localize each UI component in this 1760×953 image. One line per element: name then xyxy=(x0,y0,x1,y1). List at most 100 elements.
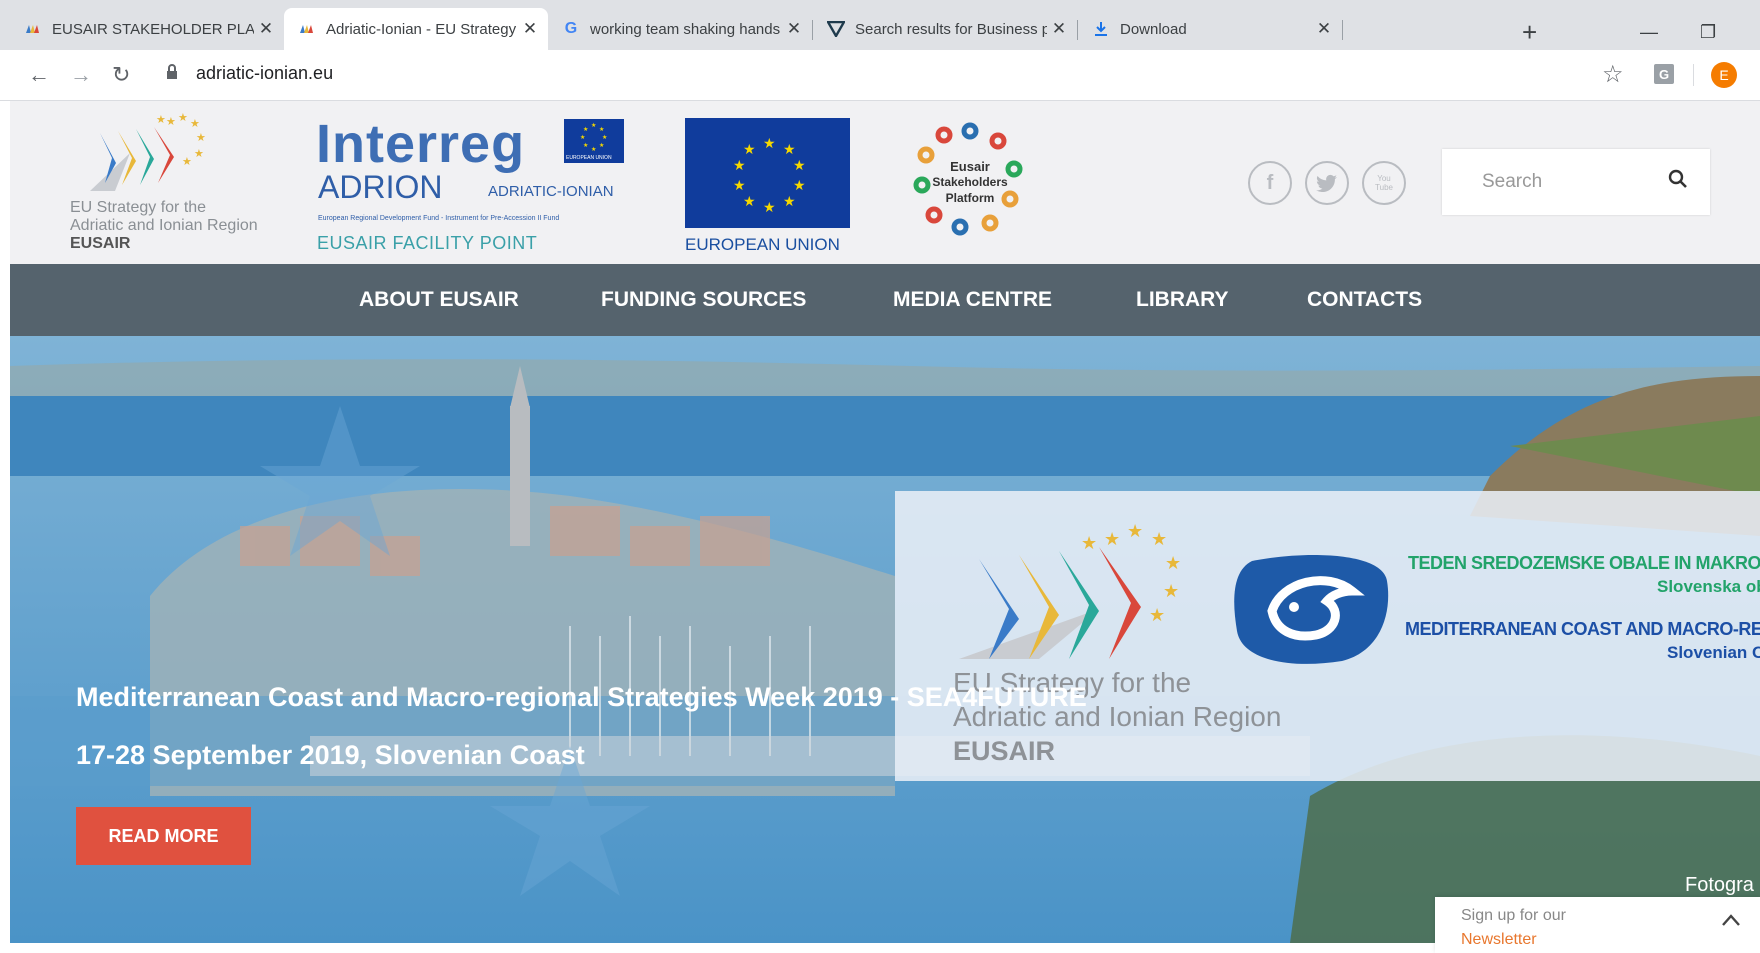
svg-text:★: ★ xyxy=(1165,553,1181,573)
svg-text:★: ★ xyxy=(583,142,588,149)
svg-text:★: ★ xyxy=(1104,529,1120,549)
close-tab-icon[interactable]: ✕ xyxy=(1047,19,1071,39)
svg-text:★: ★ xyxy=(583,126,588,133)
tab-google-search[interactable]: G working team shaking hands - ✕ xyxy=(548,8,812,50)
address-bar: ← → ↻ adriatic-ionian.eu ☆ G E xyxy=(0,50,1760,101)
svg-text:★: ★ xyxy=(733,177,746,193)
restore-icon[interactable]: ❐ xyxy=(1700,22,1716,43)
tab-label: EUSAIR STAKEHOLDER PLATFO xyxy=(52,20,254,38)
banner-english-title: MEDITERRANEAN COAST AND MACRO-REGIO xyxy=(1405,619,1760,639)
hero-slider: ★ ★ ★ ★ ★ ★ ★ EU Strategy for the Adriatic and… xyxy=(10,336,1760,943)
newsletter-line: Sign up for our xyxy=(1461,907,1566,924)
close-tab-icon[interactable]: ✕ xyxy=(254,19,278,39)
extension-icon[interactable]: G xyxy=(1654,64,1674,84)
tab-search-results[interactable]: Search results for Business peo ✕ xyxy=(813,8,1077,50)
nav-item-funding-sources[interactable]: FUNDING SOURCES xyxy=(601,288,806,312)
bookmark-star-icon[interactable]: ☆ xyxy=(1602,60,1624,89)
separator xyxy=(1693,64,1694,86)
minimize-icon[interactable]: — xyxy=(1640,22,1658,43)
banner-english-subtitle: Slovenian Co xyxy=(1667,643,1760,662)
fund-line: European Regional Development Fund - Ins… xyxy=(318,215,560,222)
svg-text:★: ★ xyxy=(602,134,607,141)
twitter-icon[interactable] xyxy=(1305,161,1349,205)
tab-strip: EUSAIR STAKEHOLDER PLATFO ✕ Adriatic-Ion… xyxy=(10,8,1760,50)
svg-text:★: ★ xyxy=(591,122,596,129)
nav-item-media-centre[interactable]: MEDIA CENTRE xyxy=(893,288,1052,312)
svg-text:★: ★ xyxy=(190,118,200,130)
nav-item-about-eusair[interactable]: ABOUT EUSAIR xyxy=(359,288,519,312)
eusair-logo[interactable]: ★ ★ ★ ★ ★ ★ ★ EU Strategy for the Adriatic and… xyxy=(70,112,270,252)
svg-text:★: ★ xyxy=(166,116,176,128)
svg-text:★: ★ xyxy=(580,134,585,141)
interreg-title: Interreg xyxy=(316,114,526,174)
svg-text:★: ★ xyxy=(1151,529,1167,549)
reload-icon[interactable]: ↻ xyxy=(112,62,130,88)
stakeholders-platform-logo[interactable]: Eusair Stakeholders Platform xyxy=(910,119,1030,239)
european-union-label: EUROPEAN UNION xyxy=(685,235,840,254)
tab-eusair-stakeholder[interactable]: EUSAIR STAKEHOLDER PLATFO ✕ xyxy=(10,8,284,50)
svg-text:★: ★ xyxy=(783,141,796,157)
eusair-favicon-icon xyxy=(298,20,316,38)
site-header: ★ ★ ★ ★ ★ ★ ★ EU Strategy for the Adriatic and… xyxy=(10,101,1760,264)
svg-text:★: ★ xyxy=(743,193,756,209)
svg-text:★: ★ xyxy=(793,157,806,173)
youtube-glyph: You Tube xyxy=(1375,174,1393,192)
svg-text:★: ★ xyxy=(1149,605,1165,625)
google-icon: G xyxy=(564,20,578,37)
svg-text:★: ★ xyxy=(1081,533,1097,553)
back-arrow-icon[interactable]: ← xyxy=(28,62,50,88)
stakeholders-label: Platform xyxy=(945,191,995,205)
svg-text:★: ★ xyxy=(599,142,604,149)
close-tab-icon[interactable]: ✕ xyxy=(1312,19,1336,39)
banner-slovenian-title: TEDEN SREDOZEMSKE OBALE IN MAKROR xyxy=(1408,553,1760,573)
download-icon xyxy=(1092,20,1110,38)
svg-text:★: ★ xyxy=(763,135,776,151)
stakeholders-label: Stakeholders xyxy=(932,175,1008,189)
profile-avatar[interactable]: E xyxy=(1711,62,1737,88)
tab-separator xyxy=(1342,20,1343,40)
eusair-favicon-icon xyxy=(24,20,42,38)
adrion-title: ADRION xyxy=(318,169,443,205)
adriatic-ionian-subtitle: ADRIATIC-IONIAN xyxy=(488,183,614,200)
nav-item-contacts[interactable]: CONTACTS xyxy=(1307,288,1422,312)
eusair-logo-line: EU Strategy for the xyxy=(70,199,207,216)
eu-mini-flag-icon: ★ ★ ★ ★ ★ ★ ★ ★ EUROPEAN UNION xyxy=(564,119,624,163)
facebook-icon[interactable]: f xyxy=(1248,161,1292,205)
forward-arrow-icon[interactable]: → xyxy=(70,62,92,88)
facebook-glyph: f xyxy=(1266,171,1274,194)
svg-text:★: ★ xyxy=(733,157,746,173)
youtube-icon[interactable]: You Tube xyxy=(1362,161,1406,205)
tab-label: Search results for Business peo xyxy=(855,20,1047,38)
facility-point: EUSAIR FACILITY POINT xyxy=(317,233,538,253)
newsletter-link[interactable]: Newsletter xyxy=(1461,931,1537,949)
hero-date: 17-28 September 2019, Slovenian Coast xyxy=(76,740,585,770)
newsletter-widget[interactable]: Sign up for our Newsletter xyxy=(1435,897,1760,953)
svg-text:★: ★ xyxy=(743,141,756,157)
close-tab-icon[interactable]: ✕ xyxy=(782,19,806,39)
banner-eusair-line: EUSAIR xyxy=(953,736,1056,766)
search-icon[interactable] xyxy=(1668,169,1688,194)
nav-item-library[interactable]: LIBRARY xyxy=(1136,288,1229,312)
svg-text:★: ★ xyxy=(1163,581,1179,601)
svg-text:★: ★ xyxy=(196,132,206,144)
tab-adriatic-ionian[interactable]: Adriatic-Ionian - EU Strategy fo ✕ xyxy=(284,8,548,50)
close-tab-icon[interactable]: ✕ xyxy=(518,19,542,39)
lock-icon[interactable] xyxy=(166,64,178,85)
photo-credit: Fotogra xyxy=(1685,874,1754,896)
event-banner: ★ ★ ★ ★ ★ ★ ★ EU Strategy for the Adriatic and… xyxy=(895,491,1760,781)
svg-text:★: ★ xyxy=(783,193,796,209)
eusair-logo-line: EUSAIR xyxy=(70,235,131,252)
eu-mini-flag-caption: EUROPEAN UNION xyxy=(566,155,612,161)
search-placeholder: Search xyxy=(1482,171,1543,192)
dolphin-logo-icon xyxy=(1232,551,1392,666)
new-tab-button[interactable]: + xyxy=(1522,19,1537,45)
svg-text:★: ★ xyxy=(182,156,192,168)
read-more-button[interactable]: READ MORE xyxy=(76,807,251,865)
banner-slovenian-subtitle: Slovenska oba xyxy=(1657,577,1760,596)
url-field[interactable]: adriatic-ionian.eu xyxy=(196,63,333,84)
svg-text:★: ★ xyxy=(793,177,806,193)
tab-download[interactable]: Download ✕ xyxy=(1078,8,1342,50)
chevron-up-icon[interactable] xyxy=(1721,913,1741,932)
svg-text:★: ★ xyxy=(1127,521,1143,541)
search-field[interactable]: Search xyxy=(1442,149,1710,215)
